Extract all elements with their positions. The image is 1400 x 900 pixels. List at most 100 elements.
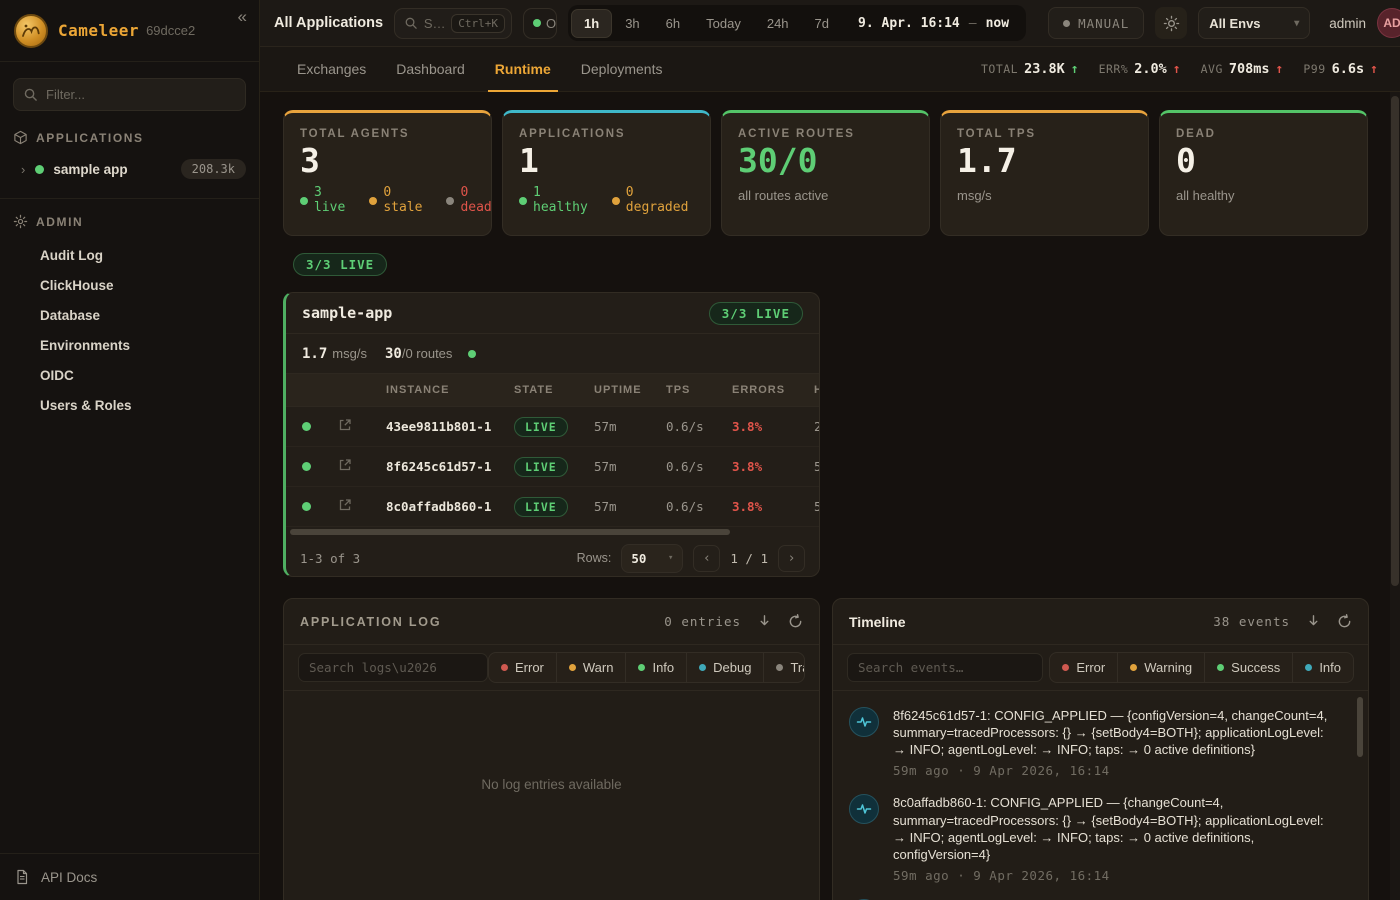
stat-card-value: 1.7 <box>957 143 1132 179</box>
trend-up-icon: ↑ <box>1370 62 1378 77</box>
environment-select-value: All Envs <box>1209 16 1260 31</box>
time-range-1h[interactable]: 1h <box>571 9 612 38</box>
page-scrollbar[interactable] <box>1390 92 1400 900</box>
refresh-mode-button[interactable]: MANUAL <box>1048 7 1144 39</box>
theme-toggle-button[interactable] <box>1155 7 1187 39</box>
sidebar-item-sample-app[interactable]: › sample app 208.3k <box>0 152 259 186</box>
sidebar-header: Cameleer 69dcce2 « <box>0 0 259 62</box>
log-search-input[interactable] <box>298 653 488 682</box>
horizontal-scrollbar-thumb[interactable] <box>290 529 730 535</box>
stat-card-value: 0 <box>1176 143 1351 179</box>
healthy-dot <box>519 197 527 205</box>
next-page-button[interactable]: › <box>778 545 805 572</box>
filter-chip-warn[interactable]: Warn <box>556 653 626 682</box>
stat-card-label: TOTAL TPS <box>957 128 1132 140</box>
download-icon[interactable] <box>1306 614 1321 629</box>
environment-select[interactable]: All Envs ▾ <box>1198 7 1310 39</box>
app-routes-value: 30 <box>385 346 402 362</box>
time-range-3h[interactable]: 3h <box>612 9 652 38</box>
admin-section-header: ADMIN <box>0 199 259 236</box>
table-row[interactable]: 8f6245c61d57-1 LIVE 57m 0.6/s 3.8% 5 <box>286 447 820 487</box>
metric-avg: AVG 708ms ↑ <box>1201 61 1284 77</box>
prev-page-button[interactable]: ‹ <box>693 545 720 572</box>
expand-chevron-icon[interactable]: › <box>21 162 25 177</box>
time-range-24h[interactable]: 24h <box>754 9 802 38</box>
summary-metrics: TOTAL 23.8K ↑ ERR% 2.0% ↑ AVG 708ms ↑ P9… <box>981 47 1378 91</box>
search-placeholder: S… <box>424 16 445 31</box>
stale-dot <box>369 197 377 205</box>
chevron-down-icon: ▾ <box>668 553 673 563</box>
page-scrollbar-thumb[interactable] <box>1391 96 1399 586</box>
filter-chip-debug[interactable]: Debug <box>686 653 763 682</box>
filter-chip-error[interactable]: Error <box>489 653 556 682</box>
application-log-panel: APPLICATION LOG 0 entries Error Warn Inf… <box>283 598 820 900</box>
filter-chip-success[interactable]: Success <box>1204 653 1292 682</box>
tab-runtime[interactable]: Runtime <box>480 47 566 91</box>
date-range-separator: – <box>969 16 977 31</box>
filter-chip-error[interactable]: Error <box>1050 653 1117 682</box>
instance-id: 43ee9811b801-1 <box>368 419 496 434</box>
tab-dashboard[interactable]: Dashboard <box>381 47 480 91</box>
timeline-scrollbar-thumb[interactable] <box>1357 697 1363 757</box>
sidebar-item-audit-log[interactable]: Audit Log <box>0 240 259 270</box>
external-link-icon[interactable] <box>338 458 352 472</box>
metric-value: 23.8K <box>1024 61 1065 77</box>
rows-per-page-select[interactable]: 50 ▾ <box>621 544 683 573</box>
sidebar-item-clickhouse[interactable]: ClickHouse <box>0 270 259 300</box>
sidebar-item-oidc[interactable]: OIDC <box>0 360 259 390</box>
state-badge: LIVE <box>514 417 568 437</box>
time-range-6h[interactable]: 6h <box>653 9 693 38</box>
sidebar-item-environments[interactable]: Environments <box>0 330 259 360</box>
time-range-today[interactable]: Today <box>693 9 754 38</box>
timeline-search-input[interactable] <box>847 653 1043 682</box>
h-value: 5 <box>792 499 820 514</box>
online-indicator[interactable]: O <box>523 8 557 39</box>
instance-status-dot <box>302 502 311 511</box>
app-tps-unit: msg/s <box>332 346 367 361</box>
rows-per-page-label: Rows: <box>577 551 612 565</box>
sidebar-item-database[interactable]: Database <box>0 300 259 330</box>
table-row[interactable]: 8c0affadb860-1 LIVE 57m 0.6/s 3.8% 5 <box>286 487 820 527</box>
refresh-icon[interactable] <box>788 614 803 629</box>
api-docs-label: API Docs <box>41 870 97 885</box>
stat-card-subtitle: msg/s <box>957 188 1132 203</box>
sidebar-collapse-icon[interactable]: « <box>238 8 247 25</box>
external-link-icon[interactable] <box>338 498 352 512</box>
tab-exchanges[interactable]: Exchanges <box>282 47 381 91</box>
errors-value: 3.8% <box>716 459 792 474</box>
date-range-display[interactable]: 9. Apr. 16:14 – now <box>842 16 1023 31</box>
table-row[interactable]: 43ee9811b801-1 LIVE 57m 0.6/s 3.8% 2 <box>286 407 820 447</box>
filter-chip-trace[interactable]: Trace <box>763 653 805 682</box>
download-icon[interactable] <box>757 614 772 629</box>
external-link-icon[interactable] <box>338 418 352 432</box>
api-docs-link[interactable]: API Docs <box>0 853 259 900</box>
h-value: 5 <box>792 459 820 474</box>
filter-input[interactable] <box>13 78 246 111</box>
app-card-header: sample-app 3/3 LIVE <box>286 293 819 334</box>
avatar[interactable]: AD <box>1377 8 1400 38</box>
app-card-title: sample-app <box>302 304 392 322</box>
filter-chip-warning[interactable]: Warning <box>1117 653 1204 682</box>
timeline-panel-header: Timeline 38 events <box>833 599 1368 645</box>
filter-chip-info[interactable]: Info <box>1292 653 1353 682</box>
date-range-to: now <box>986 16 1009 31</box>
timeline-event[interactable]: 8f6245c61d57-1: CONFIG_APPLIED — {config… <box>849 707 1354 778</box>
horizontal-scrollbar <box>290 529 815 538</box>
timeline-events-count: 38 events <box>1213 614 1290 629</box>
errors-value: 3.8% <box>716 499 792 514</box>
degraded-dot <box>612 197 620 205</box>
error-dot <box>501 664 508 671</box>
stat-card-label: APPLICATIONS <box>519 128 694 140</box>
live-summary-badge: 3/3 LIVE <box>293 253 387 276</box>
global-search[interactable]: S… Ctrl+K <box>394 8 512 39</box>
sidebar-item-users-roles[interactable]: Users & Roles <box>0 390 259 420</box>
time-range-7d[interactable]: 7d <box>802 9 842 38</box>
date-range-from: 9. Apr. 16:14 <box>858 16 960 31</box>
filter-chip-info[interactable]: Info <box>625 653 686 682</box>
tab-deployments[interactable]: Deployments <box>566 47 678 91</box>
refresh-icon[interactable] <box>1337 614 1352 629</box>
metric-label: TOTAL <box>981 62 1018 76</box>
timeline-event[interactable]: 8c0affadb860-1: CONFIG_APPLIED — {change… <box>849 794 1354 883</box>
row-range-label: 1-3 of 3 <box>300 551 360 566</box>
tps-value: 0.6/s <box>648 459 716 474</box>
